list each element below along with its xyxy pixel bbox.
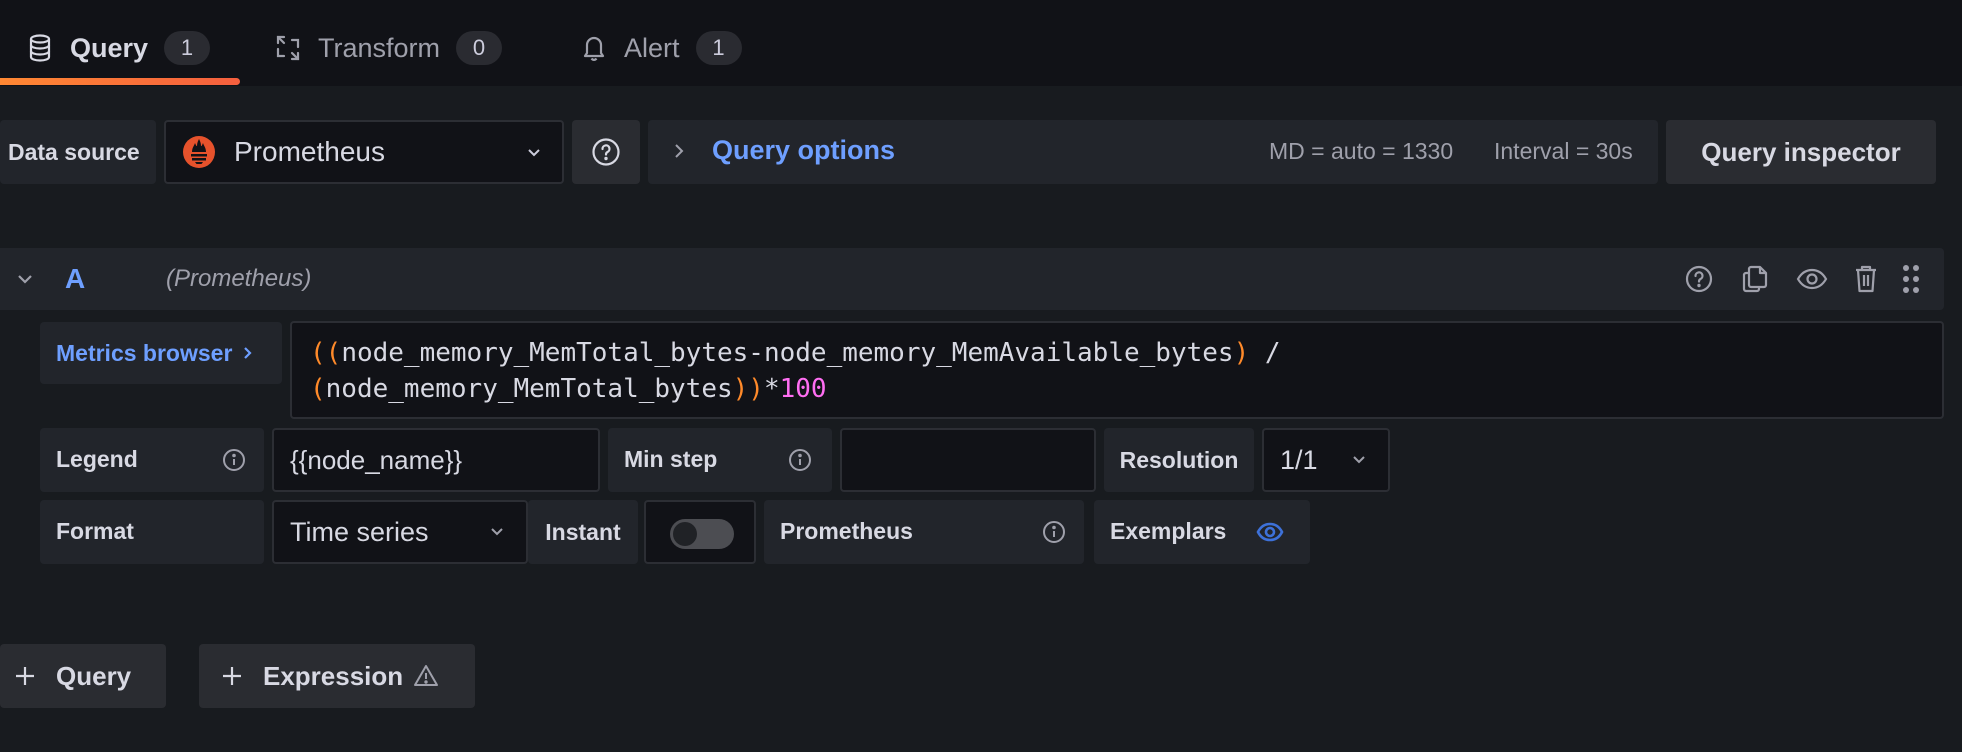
add-expression-button[interactable]: Expression: [199, 644, 475, 708]
instant-label-box: Instant: [528, 500, 638, 564]
drag-handle-icon[interactable]: [1902, 264, 1920, 294]
legend-label: Legend: [56, 446, 138, 472]
warning-icon: [413, 664, 439, 688]
query-inspector-button[interactable]: Query inspector: [1666, 120, 1936, 184]
prometheus-type-label-box: Prometheus: [764, 500, 1084, 564]
min-step-label: Min step: [624, 446, 718, 472]
chevron-right-icon: [672, 142, 686, 160]
promql-query-editor[interactable]: ((node_memory_MemTotal_bytes-node_memory…: [290, 321, 1944, 419]
toggle-visibility-icon[interactable]: [1796, 267, 1828, 291]
metrics-browser-label: Metrics browser: [56, 339, 233, 366]
chevron-down-icon: [1352, 454, 1366, 466]
query-paren: ): [1233, 338, 1250, 368]
add-expression-label: Expression: [263, 660, 404, 691]
collapse-chevron-icon[interactable]: [16, 272, 34, 286]
format-label: Format: [56, 518, 134, 544]
query-metric: node_memory_MemTotal_bytes-node_memory_M…: [341, 338, 1234, 368]
resolution-label: Resolution: [1119, 446, 1239, 473]
active-tab-indicator: [0, 78, 240, 85]
interval-info: Interval = 30s: [1494, 138, 1633, 164]
query-operator: /: [1249, 338, 1281, 368]
chevron-down-icon: [490, 526, 504, 538]
info-icon[interactable]: [1042, 520, 1066, 544]
legend-label-box: Legend: [40, 428, 264, 492]
query-line-2: (node_memory_MemTotal_bytes))*100: [310, 371, 1942, 407]
prometheus-type-label: Prometheus: [780, 518, 913, 544]
resolution-select[interactable]: 1/1: [1262, 428, 1390, 492]
tab-bar: Query 1 Transform 0 Alert 1: [0, 0, 1962, 86]
info-icon[interactable]: [222, 448, 246, 472]
datasource-help-button[interactable]: [572, 120, 640, 184]
chevron-down-icon: [526, 144, 542, 160]
max-data-points-info: MD = auto = 1330: [1269, 138, 1454, 164]
format-select[interactable]: Time series: [272, 500, 528, 564]
resolution-value: 1/1: [1280, 444, 1318, 475]
add-query-label: Query: [56, 660, 132, 691]
tab-alert[interactable]: Alert 1: [580, 28, 742, 68]
query-paren: ((: [310, 338, 342, 368]
tab-transform-count: 0: [456, 31, 503, 65]
datasource-picker[interactable]: Prometheus: [164, 120, 564, 184]
query-datasource-name: (Prometheus): [166, 265, 312, 292]
query-metric: node_memory_MemTotal_bytes: [325, 374, 733, 404]
exemplars-box: Exemplars: [1094, 500, 1310, 564]
query-paren: (: [310, 374, 326, 404]
info-icon[interactable]: [788, 448, 812, 472]
duplicate-query-icon[interactable]: [1742, 264, 1768, 294]
instant-toggle[interactable]: [670, 519, 734, 549]
format-label-box: Format: [40, 500, 264, 564]
transform-icon: [274, 34, 302, 62]
tab-alert-label: Alert: [624, 32, 680, 63]
tab-query-label: Query: [70, 32, 149, 63]
plus-icon: [221, 665, 243, 687]
add-query-button[interactable]: Query: [0, 644, 166, 708]
instant-toggle-container: [644, 500, 756, 564]
query-paren: )): [732, 374, 764, 404]
query-number: 100: [779, 374, 827, 404]
exemplars-label: Exemplars: [1110, 518, 1227, 544]
datasource-label: Data source: [8, 138, 140, 165]
query-operator: *: [763, 374, 780, 404]
prometheus-logo-icon: [182, 135, 216, 169]
datasource-label-box: Data source: [0, 120, 156, 184]
tab-transform-label: Transform: [318, 32, 441, 63]
resolution-label-box: Resolution: [1104, 428, 1254, 492]
legend-input[interactable]: [272, 428, 600, 492]
help-icon: [591, 137, 621, 167]
query-row-header[interactable]: A (Prometheus): [0, 248, 1944, 310]
tab-query-count: 1: [164, 31, 211, 65]
query-options-bar[interactable]: Query options MD = auto = 1330 Interval …: [648, 120, 1658, 184]
query-inspector-label: Query inspector: [1701, 136, 1901, 167]
plus-icon: [14, 665, 36, 687]
exemplars-eye-icon[interactable]: [1256, 521, 1284, 543]
chevron-right-icon: [242, 345, 254, 361]
min-step-input[interactable]: [840, 428, 1096, 492]
min-step-label-box: Min step: [608, 428, 832, 492]
tab-query[interactable]: Query 1: [26, 28, 211, 68]
metrics-browser-button[interactable]: Metrics browser: [40, 322, 282, 384]
delete-query-icon[interactable]: [1854, 264, 1878, 294]
database-icon: [26, 34, 54, 62]
bell-icon: [580, 34, 608, 62]
tab-alert-count: 1: [695, 31, 742, 65]
query-ref-id[interactable]: A: [65, 263, 85, 295]
query-help-icon[interactable]: [1685, 265, 1713, 293]
tab-transform[interactable]: Transform 0: [274, 28, 503, 68]
toggle-knob: [673, 522, 697, 546]
datasource-value: Prometheus: [234, 136, 385, 167]
instant-label: Instant: [545, 518, 621, 545]
query-line-1: ((node_memory_MemTotal_bytes-node_memory…: [310, 335, 1942, 371]
query-options-toggle[interactable]: Query options: [712, 135, 895, 166]
format-value: Time series: [290, 516, 429, 547]
